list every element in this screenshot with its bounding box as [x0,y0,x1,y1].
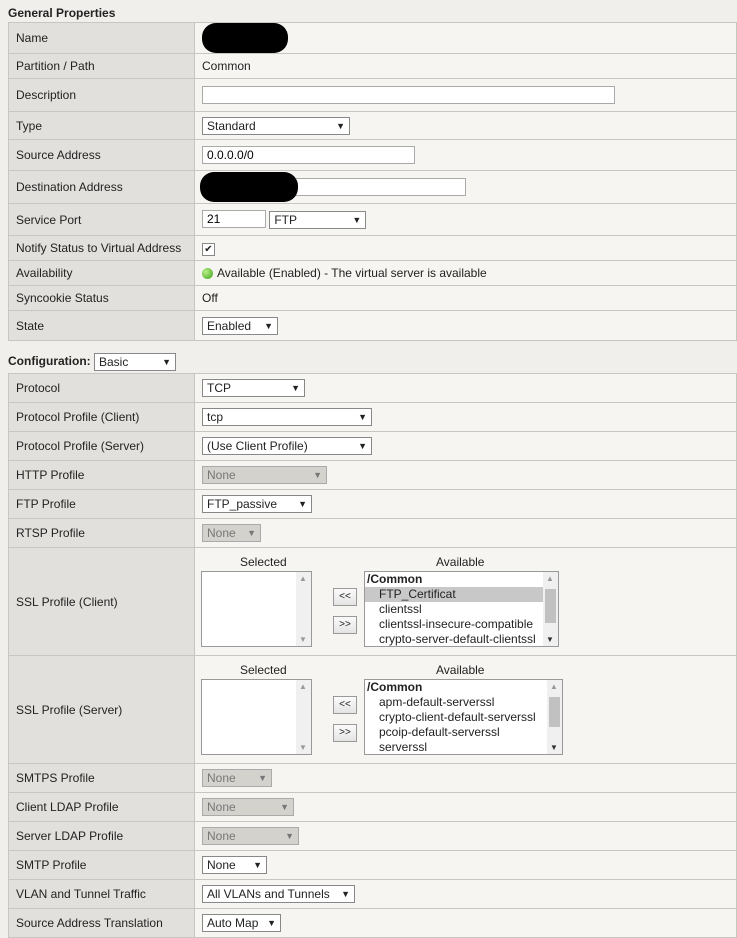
list-item[interactable]: pcoip-default-serverssl [365,725,562,740]
list-item[interactable]: clientssl-insecure-compatible [365,617,558,632]
description-input[interactable] [202,86,615,104]
source-address-label: Source Address [8,139,195,171]
protocol-label: Protocol [8,373,195,403]
configuration-table: Protocol TCP Protocol Profile (Client) tcp… [8,373,737,938]
name-label: Name [8,22,195,54]
configuration-heading: Configuration: [8,354,91,368]
list-item[interactable]: FTP_Certificat [365,587,558,602]
source-address-input[interactable] [202,146,415,164]
list-item[interactable]: serverssl [365,740,562,754]
ssl-profile-client-picker: Selected Available ▲ ▼ << >> /Common FTP_… [195,548,736,655]
redacted-destination [200,172,298,202]
ssl-profile-server-label: SSL Profile (Server) [8,655,195,764]
selected-list[interactable]: ▲ ▼ [201,679,312,755]
move-right-button[interactable]: >> [333,724,357,742]
smtps-profile-label: SMTPS Profile [8,763,195,793]
scrollbar[interactable]: ▲ ▼ [296,572,311,646]
configuration-mode-select[interactable]: Basic [94,352,176,371]
availability-value: Available (Enabled) - The virtual server… [217,266,487,280]
list-group: /Common [367,680,423,694]
client-ldap-profile-label: Client LDAP Profile [8,792,195,822]
available-list[interactable]: /Common FTP_Certificat clientssl clients… [364,571,559,647]
service-port-select[interactable]: FTP [269,210,367,229]
protocol-select[interactable]: TCP [202,379,305,397]
list-item[interactable]: crypto-client-default-serverssl [365,710,562,725]
list-item[interactable]: apm-default-serverssl [365,695,562,710]
syncookie-value: Off [194,285,737,311]
partition-value: Common [194,53,737,79]
http-profile-label: HTTP Profile [8,460,195,490]
smtp-profile-label: SMTP Profile [8,850,195,880]
notify-status-label: Notify Status to Virtual Address [8,235,195,261]
vlan-tunnel-select[interactable]: All VLANs and Tunnels [202,885,355,903]
source-address-translation-label: Source Address Translation [8,908,195,938]
description-label: Description [8,78,195,112]
list-item[interactable]: crypto-server-default-clientssl [365,632,558,646]
move-left-button[interactable]: << [333,696,357,714]
vlan-tunnel-label: VLAN and Tunnel Traffic [8,879,195,909]
partition-label: Partition / Path [8,53,195,79]
selected-heading: Selected [240,663,287,677]
scrollbar[interactable]: ▲ ▼ [547,680,562,754]
list-item[interactable]: clientssl [365,602,558,617]
move-right-button[interactable]: >> [333,616,357,634]
destination-address-label: Destination Address [8,170,195,204]
service-port-label: Service Port [8,203,195,236]
protocol-profile-client-select[interactable]: tcp [202,408,372,426]
redacted-name [202,23,288,53]
general-properties-heading: General Properties [8,6,116,20]
move-left-button[interactable]: << [333,588,357,606]
list-group: /Common [367,572,423,586]
notify-status-checkbox[interactable]: ✔ [202,242,215,256]
protocol-profile-server-select[interactable]: (Use Client Profile) [202,437,372,455]
selected-list[interactable]: ▲ ▼ [201,571,312,647]
service-port-input[interactable] [202,210,266,229]
ssl-profile-client-label: SSL Profile (Client) [8,547,195,656]
available-status-icon [202,268,213,279]
scrollbar[interactable]: ▲ ▼ [543,572,558,646]
rtsp-profile-label: RTSP Profile [8,518,195,548]
http-profile-select: None [202,466,327,484]
available-heading: Available [436,555,485,569]
protocol-profile-server-label: Protocol Profile (Server) [8,431,195,461]
type-select[interactable]: Standard [202,116,350,135]
selected-heading: Selected [240,555,287,569]
general-properties-table: Name Partition / Path Common Description … [8,22,737,341]
smtps-profile-select: None [202,769,272,787]
ftp-profile-label: FTP Profile [8,489,195,519]
ssl-profile-server-picker: Selected Available ▲ ▼ << >> /Common apm-… [195,656,736,763]
syncookie-label: Syncookie Status [8,285,195,311]
state-select[interactable]: Enabled [202,316,278,335]
source-address-translation-select[interactable]: Auto Map [202,914,281,932]
availability-label: Availability [8,260,195,286]
server-ldap-profile-label: Server LDAP Profile [8,821,195,851]
protocol-profile-client-label: Protocol Profile (Client) [8,402,195,432]
type-label: Type [8,111,195,140]
scrollbar[interactable]: ▲ ▼ [296,680,311,754]
available-heading: Available [436,663,485,677]
client-ldap-profile-select: None [202,798,294,816]
server-ldap-profile-select: None [202,827,299,845]
available-list[interactable]: /Common apm-default-serverssl crypto-cli… [364,679,563,755]
rtsp-profile-select: None [202,524,261,542]
smtp-profile-select[interactable]: None [202,856,267,874]
ftp-profile-select[interactable]: FTP_passive [202,495,312,513]
state-label: State [8,310,195,341]
